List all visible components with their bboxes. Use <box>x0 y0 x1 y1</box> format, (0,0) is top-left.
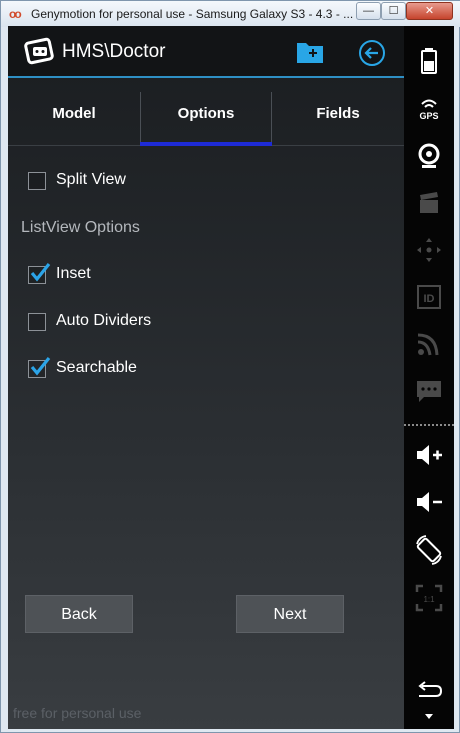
inset-checkbox[interactable] <box>28 263 51 284</box>
searchable-checkbox[interactable] <box>28 357 51 378</box>
gps-icon[interactable]: GPS <box>412 92 446 126</box>
back-arrow-icon[interactable] <box>358 39 386 67</box>
sidebar-separator <box>404 424 454 426</box>
id-label: ID <box>424 293 435 305</box>
tab-model[interactable]: Model <box>8 86 140 146</box>
auto-dividers-label: Auto Dividers <box>56 312 152 329</box>
personal-use-watermark: free for personal use <box>13 705 142 721</box>
tab-options[interactable]: Options <box>140 86 272 146</box>
tab-fields[interactable]: Fields <box>272 86 404 146</box>
rss-icon[interactable] <box>412 327 446 361</box>
window-title: Genymotion for personal use - Samsung Ga… <box>31 7 354 21</box>
device-id-icon[interactable]: ID <box>412 280 446 314</box>
maximize-button[interactable]: ☐ <box>381 2 406 20</box>
battery-icon[interactable] <box>412 44 446 78</box>
dpad-icon[interactable] <box>412 233 446 267</box>
checkmark-icon <box>30 357 51 376</box>
scroll-down-icon[interactable] <box>412 710 446 724</box>
app-title: HMS\Doctor <box>62 41 166 62</box>
add-folder-icon[interactable] <box>296 40 324 64</box>
genymotion-sidebar: GPS ID 1:1 <box>404 26 454 729</box>
genymotion-logo-icon: oo <box>9 7 22 21</box>
split-view-label: Split View <box>56 171 126 188</box>
tab-bar: Model Options Fields <box>8 86 404 146</box>
android-screen: HMS\Doctor Model Options Fields Split Vi… <box>8 26 404 729</box>
screencast-icon[interactable] <box>412 186 446 220</box>
searchable-label: Searchable <box>56 359 137 376</box>
back-button[interactable]: Back <box>25 595 133 633</box>
window-titlebar[interactable]: oo Genymotion for personal use - Samsung… <box>1 1 460 27</box>
split-view-checkbox[interactable] <box>28 172 46 190</box>
action-bar: HMS\Doctor <box>8 26 404 78</box>
ratio-label: 1:1 <box>423 595 435 604</box>
rotate-screen-icon[interactable] <box>412 533 446 567</box>
volume-down-icon[interactable] <box>412 485 446 519</box>
webcam-icon[interactable] <box>412 139 446 173</box>
listview-options-header: ListView Options <box>21 219 140 236</box>
volume-up-icon[interactable] <box>412 438 446 472</box>
gps-label: GPS <box>419 111 438 121</box>
inset-label: Inset <box>56 265 91 282</box>
minimize-button[interactable]: — <box>356 2 381 20</box>
sms-icon[interactable] <box>412 374 446 408</box>
android-back-icon[interactable] <box>412 674 446 708</box>
app-logo-icon[interactable] <box>24 36 56 68</box>
auto-dividers-checkbox[interactable] <box>28 313 46 331</box>
close-button[interactable]: ✕ <box>406 2 453 20</box>
checkmark-icon <box>30 263 51 282</box>
pixel-perfect-icon[interactable]: 1:1 <box>412 581 446 615</box>
next-button[interactable]: Next <box>236 595 344 633</box>
